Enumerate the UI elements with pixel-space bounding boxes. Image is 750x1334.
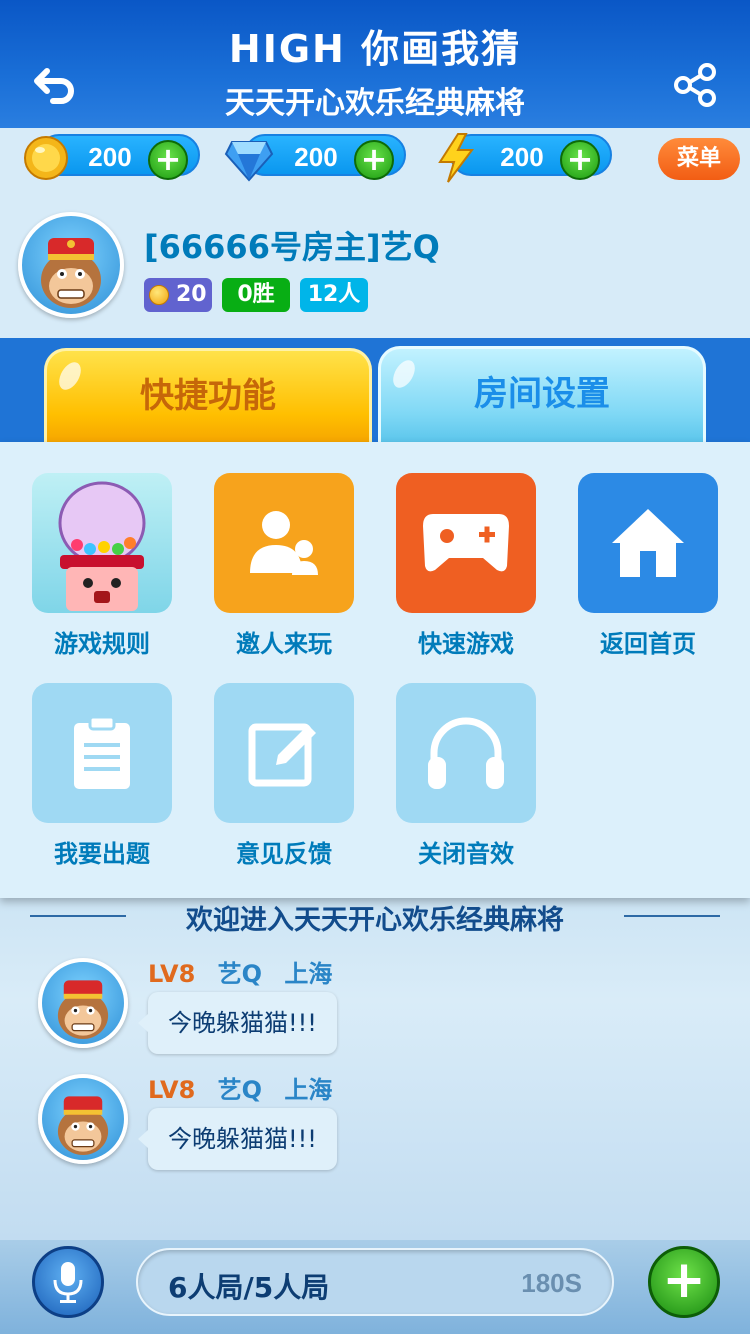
sound-off-label: 关闭音效 [418, 840, 514, 868]
microphone-icon [53, 1262, 83, 1303]
chat-meta: LV8 艺Q 上海 [148, 1070, 332, 1105]
home-icon [612, 509, 684, 577]
feedback-label: 意见反馈 [236, 840, 332, 868]
clipboard-icon [74, 715, 130, 789]
invite-people-tile[interactable] [214, 473, 354, 613]
top-header: HIGH 你画我猜 天天开心欢乐经典麻将 [0, 0, 750, 128]
headphones-icon [428, 717, 504, 789]
tab-quick-functions[interactable]: 快捷功能 [44, 348, 372, 442]
plus-icon: + [154, 140, 182, 178]
chat-location: 上海 [284, 960, 333, 988]
game-mode-text: 6人局/5人局 [168, 1271, 330, 1304]
diamond-value: 200 [294, 142, 338, 172]
sound-off-tile[interactable] [396, 683, 536, 823]
username: [66666号房主]艺Q [144, 228, 440, 266]
chat-welcome: 欢迎进入天天开心欢乐经典麻将 [0, 898, 750, 936]
monkey-avatar-icon [57, 980, 109, 1039]
people-badge: 12人 [300, 278, 368, 312]
chat-username[interactable]: 艺Q [218, 1076, 262, 1104]
chat-location: 上海 [284, 1076, 333, 1104]
gloss-highlight [388, 356, 420, 392]
chat-bubble: 今晚躲猫猫!!! [138, 1108, 337, 1170]
energy-value: 200 [500, 142, 544, 172]
share-icon [674, 63, 716, 107]
tab-quick-label: 快捷功能 [140, 376, 276, 416]
share-button[interactable] [670, 60, 720, 110]
lightning-icon [438, 133, 474, 183]
edit-icon [248, 723, 316, 787]
add-energy-button[interactable]: + [560, 140, 600, 180]
home-label: 返回首页 [600, 630, 696, 658]
chat-avatar[interactable] [38, 958, 128, 1048]
coins-badge-value: 20 [176, 282, 207, 307]
chat-avatar[interactable] [38, 1074, 128, 1164]
quick-game-label: 快速游戏 [418, 630, 514, 658]
app-subtitle: 天天开心欢乐经典麻将 [225, 86, 525, 121]
diamond-icon [224, 141, 274, 182]
add-coins-button[interactable]: + [148, 140, 188, 180]
tab-room-label: 房间设置 [474, 374, 610, 414]
invite-people-label: 邀人来玩 [236, 630, 332, 658]
menu-button[interactable]: 菜单 [658, 138, 740, 180]
game-mode-field[interactable]: 6人局/5人局 180S [136, 1248, 614, 1316]
plus-icon: + [662, 1250, 706, 1310]
feedback-tile[interactable] [214, 683, 354, 823]
add-diamonds-button[interactable]: + [354, 140, 394, 180]
user-level: LV8 [148, 960, 196, 988]
divider-line [30, 915, 126, 917]
plus-icon: + [566, 140, 594, 178]
quick-game-tile[interactable] [396, 473, 536, 613]
plus-icon: + [360, 140, 388, 178]
user-avatar[interactable] [18, 212, 124, 318]
chat-bubble: 今晚躲猫猫!!! [138, 992, 337, 1054]
invite-people-icon [250, 511, 318, 575]
welcome-text: 欢迎进入天天开心欢乐经典麻将 [186, 905, 564, 936]
add-button[interactable]: + [648, 1246, 720, 1318]
chat-username[interactable]: 艺Q [218, 960, 262, 988]
gumball-game-icon [58, 481, 146, 611]
tab-room-settings[interactable]: 房间设置 [378, 346, 706, 442]
round-timer: 180S [521, 1268, 582, 1298]
create-question-label: 我要出题 [54, 840, 150, 868]
coin-value: 200 [88, 142, 132, 172]
divider-line [624, 915, 720, 917]
coins-badge: 20 [144, 278, 212, 312]
app-title: HIGH 你画我猜 [228, 27, 522, 71]
chat-meta: LV8 艺Q 上海 [148, 954, 332, 989]
voice-button[interactable] [32, 1246, 104, 1318]
user-level: LV8 [148, 1076, 196, 1104]
wins-badge: 0胜 [222, 278, 290, 312]
chat-area [0, 898, 750, 1238]
monkey-avatar-icon [41, 238, 101, 308]
monkey-avatar-icon [57, 1096, 109, 1155]
game-rules-label: 游戏规则 [54, 630, 150, 658]
gloss-highlight [54, 358, 86, 394]
home-tile[interactable] [578, 473, 718, 613]
gold-coin-icon [24, 136, 68, 180]
small-coin-icon [149, 285, 169, 305]
game-rules-tile[interactable] [32, 473, 172, 613]
gamepad-icon [423, 514, 509, 572]
create-question-tile[interactable] [32, 683, 172, 823]
